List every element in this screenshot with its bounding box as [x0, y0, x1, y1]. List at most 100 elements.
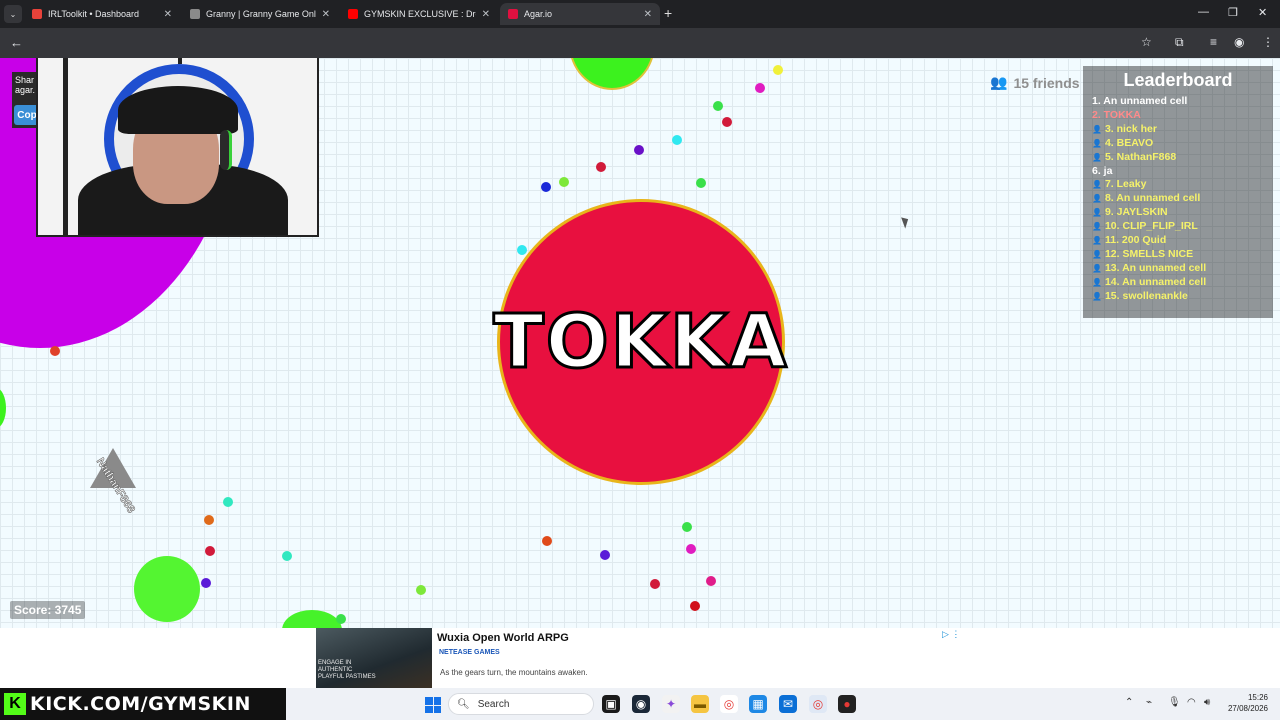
- friend-icon: 👤: [1092, 236, 1102, 246]
- food-pellet: [773, 65, 783, 75]
- food-pellet: [686, 544, 696, 554]
- leaderboard-entry: 1. An unnamed cell: [1092, 95, 1264, 109]
- leaderboard-entry: 👤 8. An unnamed cell: [1092, 192, 1264, 206]
- clock-time: 15:26: [1247, 693, 1268, 702]
- player-name-label: TOKKA: [492, 298, 789, 387]
- green-cell-edge: [0, 388, 6, 428]
- star-icon[interactable]: ☆: [1141, 35, 1152, 49]
- food-pellet: [416, 585, 426, 595]
- leaderboard-entry: 👤 14. An unnamed cell: [1092, 276, 1264, 290]
- ad-title[interactable]: Wuxia Open World ARPG: [437, 632, 569, 644]
- friends-counter[interactable]: 👥 15 friends: [990, 74, 1080, 91]
- maximize-button[interactable]: ❐: [1228, 6, 1238, 19]
- obs-icon[interactable]: ●: [838, 695, 856, 713]
- extensions-icon[interactable]: ⧉: [1175, 35, 1184, 50]
- friend-icon: 👤: [1092, 124, 1102, 134]
- browser-tab[interactable]: Agar.io ✕: [500, 3, 660, 25]
- leaderboard-entry-name: 8. An unnamed cell: [1104, 192, 1201, 205]
- browser-tab-bar: ⌄ IRLToolkit • Dashboard ✕ Granny | Granny…: [0, 0, 1280, 28]
- food-pellet: [600, 550, 610, 560]
- friend-icon: 👤: [1092, 249, 1102, 259]
- windows-taskbar: K KICK.COM/GYMSKIN 🔍︎ Search ▣ ◉ ✦ ▬ ◎ ▦…: [0, 688, 1280, 720]
- food-pellet: [336, 614, 346, 624]
- outlook-icon[interactable]: ✉: [779, 695, 797, 713]
- headset: [220, 130, 232, 170]
- leaderboard-entry: 👤 7. Leaky: [1092, 178, 1264, 192]
- ad-image-caption: ENGAGE IN AUTHENTIC PLAYFUL PASTIMES: [318, 660, 376, 680]
- chrome-active-icon[interactable]: ◎: [809, 695, 827, 713]
- close-tab-icon[interactable]: ✕: [482, 9, 490, 20]
- search-placeholder: Search: [477, 698, 510, 710]
- player-cell: TOKKA: [492, 199, 788, 485]
- tab-title: Granny | Granny Game Online: [206, 9, 316, 19]
- food-pellet: [50, 346, 60, 356]
- windows-start-icon[interactable]: [425, 697, 441, 713]
- green-cell: [134, 556, 200, 622]
- network-icon[interactable]: ⌁: [1146, 697, 1152, 708]
- wifi-icon[interactable]: ◠: [1187, 697, 1196, 708]
- close-window-button[interactable]: ✕: [1258, 6, 1267, 19]
- clock-date: 27/08/2026: [1227, 704, 1268, 713]
- system-clock[interactable]: 15:26 27/08/2026: [1222, 692, 1268, 714]
- friend-icon: 👤: [1092, 263, 1102, 273]
- green-virus-cell: [569, 58, 655, 90]
- profile-icon[interactable]: ◉: [1234, 35, 1244, 49]
- steam-icon[interactable]: ◉: [632, 695, 650, 713]
- chevron-up-icon[interactable]: ⌃: [1125, 697, 1133, 708]
- search-icon: 🔍︎: [457, 698, 470, 710]
- volume-icon[interactable]: 🔊︎: [1204, 697, 1210, 708]
- close-tab-icon[interactable]: ✕: [322, 9, 330, 20]
- browser-tab[interactable]: IRLToolkit • Dashboard ✕: [24, 3, 180, 25]
- leaderboard-entry-name: 5. NathanF868: [1104, 150, 1177, 163]
- leaderboard-entry-name: 7. Leaky: [1104, 178, 1147, 191]
- back-button[interactable]: ←: [10, 35, 23, 50]
- ad-banner[interactable]: ENGAGE IN AUTHENTIC PLAYFUL PASTIMES Wux…: [0, 628, 1280, 688]
- kick-logo-icon: K: [4, 693, 26, 715]
- score-display: Score: 3745: [10, 601, 86, 619]
- microphone-icon[interactable]: 🎙︎: [1168, 697, 1181, 708]
- browser-tab[interactable]: Granny | Granny Game Online ✕: [182, 3, 338, 25]
- close-tab-icon[interactable]: ✕: [644, 9, 652, 20]
- leaderboard-entry: 👤 11. 200 Quid: [1092, 234, 1264, 248]
- menu-icon[interactable]: ⋮: [1262, 35, 1274, 49]
- food-pellet: [205, 546, 215, 556]
- leaderboard-entry-name: 2. TOKKA: [1092, 108, 1141, 121]
- mouse-cursor: [901, 215, 911, 229]
- leaderboard-entry-name: 1. An unnamed cell: [1092, 95, 1188, 107]
- ad-choices-icon[interactable]: ▷ ⋮: [942, 629, 960, 640]
- food-pellet: [201, 578, 211, 588]
- minimize-button[interactable]: —: [1198, 6, 1209, 18]
- leaderboard-entry: 👤 4. BEAVO: [1092, 137, 1264, 151]
- media-icon[interactable]: ≡: [1210, 35, 1217, 49]
- webcam-overlay: [36, 58, 319, 237]
- task-view-icon[interactable]: ▣: [602, 695, 620, 713]
- share-text: Shar agar.: [15, 75, 36, 95]
- tab-title: Agar.io: [524, 9, 553, 19]
- friend-icon: 👤: [1092, 152, 1102, 162]
- chrome-icon[interactable]: ◎: [720, 695, 738, 713]
- browser-tab[interactable]: GYMSKIN EXCLUSIVE : Droppin ✕: [340, 3, 498, 25]
- leaderboard-entry-name: 3. nick her: [1104, 122, 1157, 135]
- close-tab-icon[interactable]: ✕: [164, 9, 172, 20]
- food-pellet: [541, 182, 551, 192]
- leaderboard-entry-name: 13. An unnamed cell: [1104, 261, 1207, 274]
- leaderboard-entry-name: 11. 200 Quid: [1104, 234, 1167, 247]
- leaderboard-entry: 👤 12. SMELLS NICE: [1092, 248, 1264, 262]
- food-pellet: [755, 83, 765, 93]
- food-pellet: [650, 579, 660, 589]
- ad-brand: NETEASE GAMES: [439, 649, 500, 656]
- taskbar-search[interactable]: 🔍︎ Search: [448, 693, 594, 715]
- leaderboard-title: Leaderboard: [1123, 70, 1233, 90]
- store-icon[interactable]: ▦: [749, 695, 767, 713]
- file-explorer-icon[interactable]: ▬: [691, 695, 709, 713]
- streamer-cap: [118, 86, 238, 134]
- new-tab-button[interactable]: +: [664, 5, 672, 21]
- agar-game-canvas[interactable]: TOKKA NathanF868 Shar agar. Cop 👥 15 fri…: [0, 58, 1280, 628]
- leaderboard-entry-name: 15. swollenankle: [1104, 289, 1188, 302]
- friend-icon: 👤: [1092, 194, 1102, 204]
- food-pellet: [204, 515, 214, 525]
- copilot-icon[interactable]: ✦: [662, 695, 680, 713]
- food-pellet: [706, 576, 716, 586]
- tab-search-button[interactable]: ⌄: [4, 5, 22, 23]
- friend-icon: 👤: [1092, 222, 1102, 232]
